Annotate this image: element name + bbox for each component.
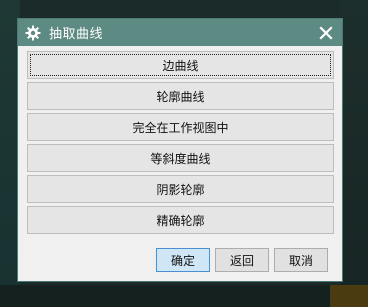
option-outline-curve-button[interactable]: 轮廓曲线	[27, 82, 334, 110]
option-precise-outline-button[interactable]: 精确轮廓	[27, 206, 334, 234]
gear-icon	[25, 25, 41, 41]
background-bottom	[0, 285, 368, 307]
close-icon[interactable]	[316, 23, 336, 43]
option-edge-curve-button[interactable]: 边曲线	[27, 51, 334, 79]
option-shadow-outline-button[interactable]: 阴影轮廓	[27, 175, 334, 203]
cancel-button[interactable]: 取消	[274, 248, 328, 272]
option-entirely-in-work-view-button[interactable]: 完全在工作视图中	[27, 113, 334, 141]
dialog-titlebar[interactable]: 抽取曲线	[18, 19, 342, 46]
ok-button[interactable]: 确定	[156, 248, 210, 272]
background-accent	[330, 285, 368, 307]
extract-curve-dialog: 抽取曲线 边曲线 轮廓曲线 完全在工作视图中 等斜度曲线 阴影轮廓 精确轮廓 确…	[17, 18, 343, 282]
option-isocline-curve-button[interactable]: 等斜度曲线	[27, 144, 334, 172]
back-button[interactable]: 返回	[215, 248, 269, 272]
background-right	[340, 0, 368, 307]
dialog-title: 抽取曲线	[49, 27, 104, 42]
